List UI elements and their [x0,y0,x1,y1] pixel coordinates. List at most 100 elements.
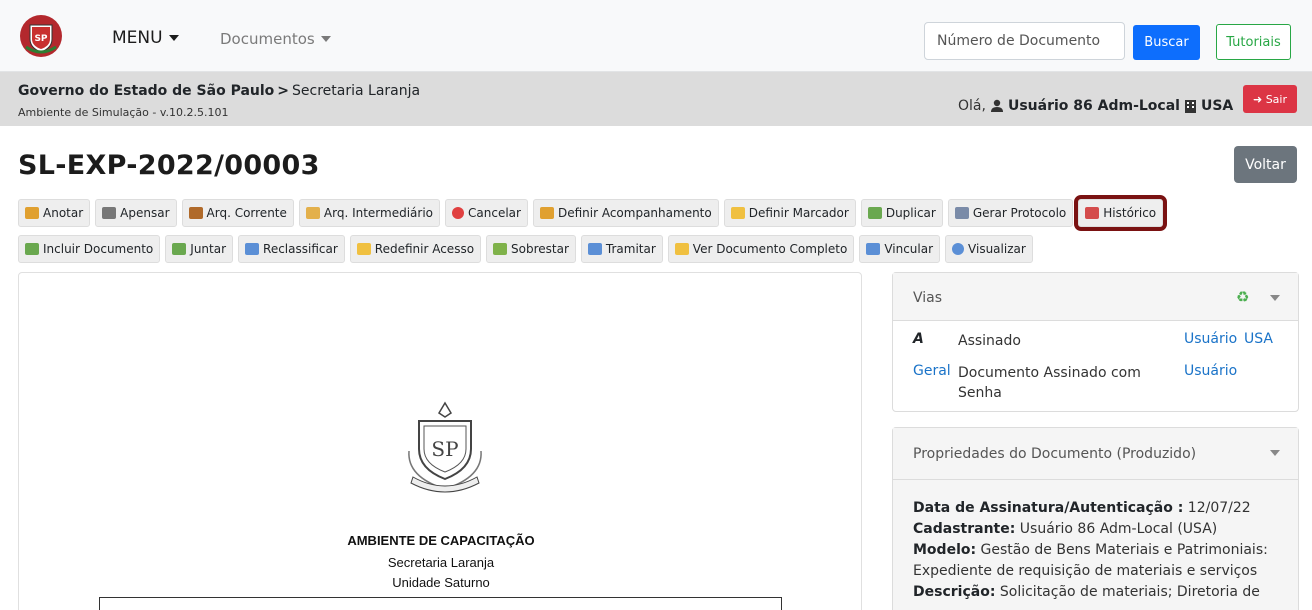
action-definir-marcador-button[interactable]: Definir Marcador [723,199,856,227]
action-cancelar-button[interactable]: Cancelar [445,199,528,227]
user-unit: USA [1200,98,1234,114]
property-label: Descrição: [913,584,996,600]
send-icon [587,243,602,255]
action-label: Definir Marcador [748,206,849,220]
calendar-icon [1085,207,1100,219]
person-doc-icon [539,207,554,219]
documents-menu-label: Documentos [220,30,315,48]
document-unidade: Unidade Saturno [392,575,490,590]
building-icon [1184,100,1196,113]
property-item: Data de Assinatura/Autenticação : 12/07/… [913,498,1288,519]
top-navbar: SP MENU Documentos Buscar Tutoriais [0,0,1312,72]
duplicate-icon [867,207,882,219]
property-value: 12/07/22 [1187,500,1251,516]
eye-icon [952,243,965,255]
action-redefinir-acesso-button[interactable]: Redefinir Acesso [349,235,482,263]
property-label: Cadastrante: [913,521,1016,537]
action-label: Anotar [43,206,84,220]
main-menu-toggle[interactable]: MENU [112,28,179,48]
chevron-down-icon[interactable] [1270,295,1280,301]
property-label: Modelo: [913,542,977,558]
action-arq-corrente-button[interactable]: Arq. Corrente [181,199,294,227]
action-historico-button[interactable]: Histórico [1074,195,1168,231]
action-apensar-button[interactable]: Apensar [95,199,177,227]
vias-card: Vias ♻ A Assinado Usuário USA Geral Docu… [892,272,1299,412]
document-number-search-input[interactable] [924,22,1125,60]
folder-star-icon [730,207,745,219]
breadcrumb-org[interactable]: Governo do Estado de São Paulo [18,83,274,99]
add-document-icon [25,243,39,255]
chevron-down-icon [168,35,179,41]
properties-title: Propriedades do Documento (Produzido) [913,446,1197,462]
tutorials-button[interactable]: Tutoriais [1216,24,1291,60]
greeting-text: Olá, [958,98,986,114]
document-preview-panel: SP AMBIENTE DE CAPACITAÇÃO Secretaria La… [18,272,862,610]
chevron-down-icon [320,36,331,42]
action-label: Arq. Intermediário [323,206,434,220]
action-tramitar-button[interactable]: Tramitar [580,235,663,263]
vias-card-header[interactable]: Vias ♻ [893,273,1298,321]
action-label: Cancelar [468,206,521,220]
document-properties-card: Propriedades do Documento (Produzido) Da… [892,427,1299,610]
property-value: Usuário 86 Adm-Local (USA) [1019,521,1218,537]
via-user-link[interactable]: Usuário [1184,363,1237,379]
action-reclassificar-button[interactable]: Reclassificar [238,235,345,263]
properties-card-header[interactable]: Propriedades do Documento (Produzido) [893,428,1298,480]
document-content-box [99,597,782,610]
property-label: Data de Assinatura/Autenticação : [913,500,1184,516]
cancel-icon [452,207,465,219]
shield-icon [356,243,371,255]
document-heading: AMBIENTE DE CAPACITAÇÃO [347,533,535,548]
via-code-link[interactable]: Geral [913,363,951,379]
chevron-down-icon[interactable] [1270,450,1280,456]
action-visualizar-button[interactable]: Visualizar [945,235,1033,263]
action-vincular-button[interactable]: Vincular [859,235,941,263]
via-code: A [913,331,924,347]
property-item: Cadastrante: Usuário 86 Adm-Local (USA) [913,519,1288,540]
sobrestar-icon [493,243,508,255]
action-anotar-button[interactable]: Anotar [18,199,91,227]
action-label: Apensar [120,206,170,220]
svg-text:SP: SP [34,34,47,44]
via-description: Documento Assinado com Senha [958,365,1141,401]
action-duplicar-button[interactable]: Duplicar [860,199,943,227]
property-item: Descrição: Solicitação de materiais; Dir… [913,582,1288,603]
action-label: Definir Acompanhamento [557,206,712,220]
book-icon [866,243,881,255]
action-gerar-protocolo-button[interactable]: Gerar Protocolo [947,199,1074,227]
back-button[interactable]: Voltar [1234,146,1297,183]
user-greeting: Olá, Usuário 86 Adm-Local USA [958,98,1233,114]
action-ver-documento-completo-button[interactable]: Ver Documento Completo [667,235,855,263]
search-button[interactable]: Buscar [1133,25,1200,60]
action-label: Ver Documento Completo [692,242,848,256]
action-definir-acompanhamento-button[interactable]: Definir Acompanhamento [532,199,719,227]
note-icon [25,207,39,219]
svg-text:SP: SP [431,437,458,461]
property-value: Solicitação de materiais; Diretoria de [999,584,1260,600]
action-arq-intermediario-button[interactable]: Arq. Intermediário [298,199,441,227]
action-label: Juntar [190,242,227,256]
link-icon [102,207,117,219]
action-label: Sobrestar [511,242,569,256]
user-icon [990,99,1003,112]
sp-coat-of-arms-logo[interactable]: SP [18,13,64,59]
reclassify-icon [245,243,260,255]
action-label: Gerar Protocolo [972,206,1067,220]
via-description: Assinado [958,333,1021,349]
archive-box-icon [188,207,203,219]
breadcrumb-unit[interactable]: Secretaria Laranja [292,83,420,99]
via-user-link[interactable]: Usuário [1184,331,1237,347]
action-juntar-button[interactable]: Juntar [165,235,234,263]
breadcrumb: Governo do Estado de São Paulo > Secretari… [18,83,420,99]
refresh-icon[interactable]: ♻ [1236,290,1252,305]
document-secretaria: Secretaria Laranja [387,555,495,570]
action-label: Incluir Documento [43,242,154,256]
action-sobrestar-button[interactable]: Sobrestar [486,235,576,263]
action-label: Arq. Corrente [206,206,287,220]
user-name: Usuário 86 Adm-Local [1007,98,1180,114]
action-incluir-documento-button[interactable]: Incluir Documento [18,235,161,263]
documents-menu[interactable]: Documentos [220,30,331,48]
via-unit-link[interactable]: USA [1244,331,1273,347]
action-label: Reclassificar [263,242,338,256]
logout-button[interactable]: ➜ Sair [1243,85,1297,113]
